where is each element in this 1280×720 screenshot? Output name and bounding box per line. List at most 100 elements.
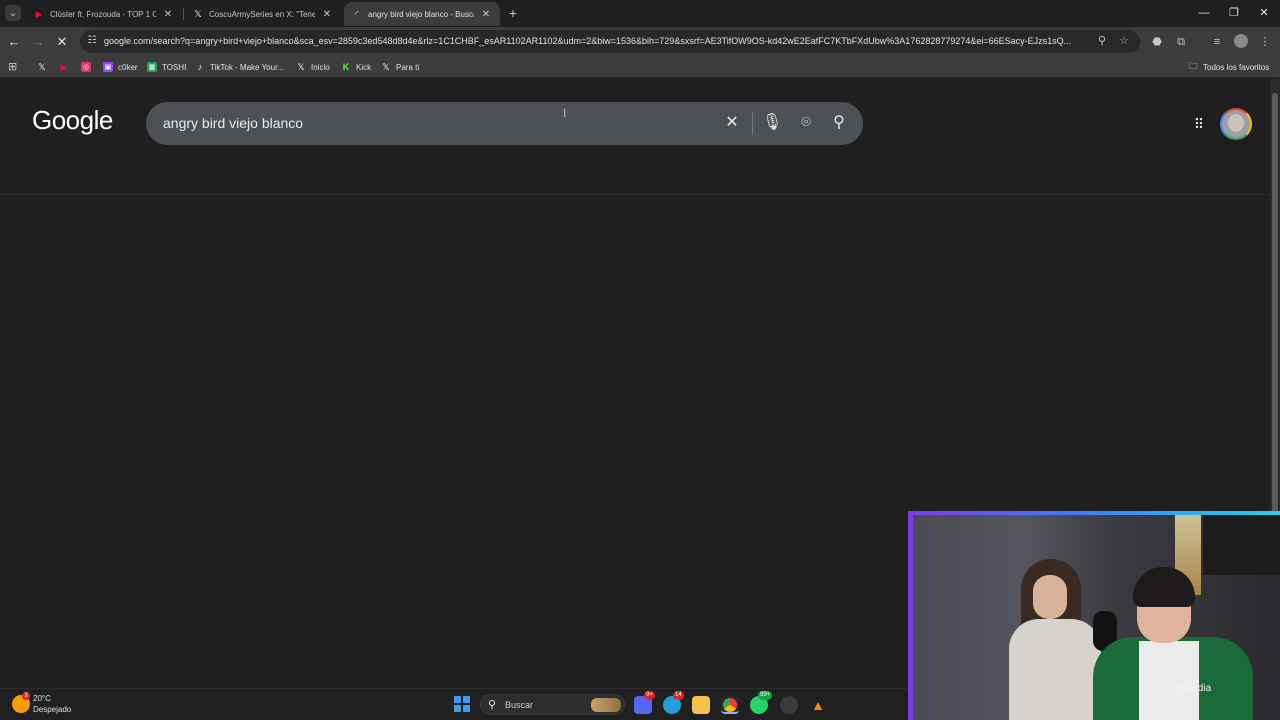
restore-icon[interactable]: ❐ (1227, 6, 1241, 20)
tab-title: angry bird viejo blanco - Buscar (368, 9, 474, 19)
header-divider (0, 194, 1270, 195)
tab-x[interactable]: 𝕏 CoscuArmySeries en X: "Tenes c ✕ (185, 2, 341, 26)
search-icon[interactable]: ⚲ (829, 113, 849, 133)
bookmark-para-ti[interactable]: 𝕏 Para ti (381, 60, 419, 74)
bookmark-x[interactable]: 𝕏 (37, 60, 52, 74)
search-input[interactable]: angry bird viejo blanco (163, 115, 303, 131)
bookmark-label: TikTok - Make Your... (210, 62, 284, 72)
url-text[interactable]: google.com/search?q=angry+bird+viejo+bla… (104, 35, 1094, 48)
clear-icon[interactable]: ✕ (722, 113, 742, 133)
tab-title: CoscuArmySeries en X: "Tenes c (209, 9, 315, 19)
x-icon: 𝕏 (297, 61, 305, 72)
vlc-icon[interactable]: ▲ (809, 696, 827, 714)
close-icon[interactable]: ✕ (321, 9, 333, 20)
taskbar-search-label: Buscar (505, 700, 534, 710)
person-left-body (1009, 619, 1101, 720)
tab-youtube[interactable]: ▶ Clúster ft. Frozouda - TOP 1 CH ✕ (26, 2, 182, 26)
bookmarks-bar: 𝕏 ▶ ◎ ▣ c0ker ▦ TOSHI ♪ TikTok - Make Yo… (0, 56, 1280, 78)
new-tab-button[interactable]: + (506, 6, 520, 20)
lens-camera-icon[interactable]: ⌾ (796, 113, 816, 133)
all-favorites-label: Todos los favoritos (1203, 62, 1270, 72)
bookmark-label: Inicio (311, 62, 330, 72)
all-favorites-folder[interactable]: 🗀 Todos los favoritos (1188, 60, 1269, 74)
sheets-icon: ▦ (147, 62, 157, 72)
extensions-puzzle-icon[interactable]: ⧉ (1173, 34, 1189, 50)
weather-temperature[interactable]: 20°C (33, 694, 51, 703)
windows-logo-tile (454, 696, 461, 703)
windows-logo-tile (454, 705, 461, 712)
app-icon[interactable] (780, 696, 798, 714)
zoom-icon[interactable]: ⚲ (1095, 34, 1109, 48)
youtube-icon: ▶ (35, 8, 43, 19)
bookmark-kick[interactable]: K Kick (341, 60, 371, 74)
person-left-face (1033, 575, 1067, 619)
taskbar-search[interactable]: ⚲ Buscar (480, 694, 625, 715)
windows-taskbar: 3 20°C Despejado ⚲ Buscar 9+ 14 99+ ▲ (0, 688, 908, 720)
google-apps-icon[interactable]: ⠿ (1190, 115, 1208, 133)
account-avatar[interactable] (1220, 108, 1252, 140)
minimize-icon[interactable]: — (1197, 6, 1211, 20)
search-box[interactable]: angry bird viejo blanco ✕ 🎙 ⌾ ⚲ (146, 102, 863, 145)
tab-separator (183, 8, 184, 20)
twitch-icon: ▣ (103, 62, 113, 72)
bookmark-inicio[interactable]: 𝕏 Inicio (296, 60, 330, 74)
microphone-icon[interactable]: 🎙 (762, 113, 782, 133)
chevron-down-icon: ⌄ (8, 7, 18, 19)
bookmark-toshi[interactable]: ▦ TOSHI (147, 60, 186, 74)
search-icon: ⚲ (488, 699, 497, 711)
x-icon: 𝕏 (38, 61, 46, 72)
x-icon: 𝕏 (194, 8, 202, 19)
back-icon[interactable]: ← (6, 34, 22, 50)
webcam-video: Expedia (913, 515, 1280, 720)
close-icon[interactable]: ✕ (480, 9, 492, 20)
tab-search-button[interactable]: ⌄ (5, 5, 21, 21)
weather-description[interactable]: Despejado (33, 705, 71, 714)
address-bar[interactable]: ☷ google.com/search?q=angry+bird+viejo+b… (80, 30, 1140, 53)
webcam-overlay: Expedia (908, 511, 1280, 720)
file-explorer-icon[interactable] (692, 696, 710, 714)
profile-avatar[interactable] (1234, 34, 1248, 48)
bookmark-label: Kick (356, 62, 372, 72)
close-icon[interactable]: ✕ (162, 9, 174, 20)
bookmark-tiktok[interactable]: ♪ TikTok - Make Your... (195, 60, 284, 74)
windows-logo-tile (463, 696, 470, 703)
whatsapp-badge: 99+ (758, 691, 773, 700)
kick-icon: K (342, 62, 350, 72)
screen: ⌄ ▶ Clúster ft. Frozouda - TOP 1 CH ✕ 𝕏 … (0, 0, 1280, 720)
chrome-icon[interactable] (721, 696, 739, 714)
scroll-thumb[interactable] (1272, 93, 1278, 583)
search-highlight-image (591, 698, 621, 712)
search-divider (752, 112, 753, 135)
bookmark-instagram[interactable]: ◎ (81, 60, 96, 74)
bookmark-label: c0ker (118, 62, 138, 72)
stop-icon[interactable]: ✕ (54, 34, 70, 50)
site-info-icon[interactable]: ☷ (86, 35, 98, 47)
folder-icon: 🗀 (1188, 61, 1198, 71)
shirt-sponsor-logo: Expedia (1175, 683, 1212, 694)
tab-title: Clúster ft. Frozouda - TOP 1 CH (50, 9, 156, 19)
bookmark-youtube[interactable]: ▶ (59, 60, 74, 74)
tab-google-search[interactable]: ◜ angry bird viejo blanco - Buscar ✕ (344, 2, 500, 26)
forward-icon[interactable]: → (30, 34, 46, 50)
bookmark-c0ker[interactable]: ▣ c0ker (103, 60, 138, 74)
weather-badge: 3 (22, 692, 30, 700)
bookmark-label: TOSHI (162, 62, 187, 72)
close-window-icon[interactable]: ✕ (1257, 6, 1271, 20)
apps-shortcut-icon[interactable]: ⊞ (8, 60, 17, 73)
menu-icon[interactable]: ⋮ (1257, 34, 1273, 50)
google-logo[interactable]: Google (32, 105, 113, 136)
media-control-icon[interactable]: ≡ (1209, 34, 1225, 50)
text-cursor-icon: I (563, 106, 567, 120)
star-icon[interactable]: ☆ (1117, 34, 1131, 48)
shelf (1203, 515, 1280, 575)
loading-icon: ◜ (355, 8, 359, 19)
chrome-logo (723, 698, 737, 712)
youtube-icon: ▶ (60, 61, 68, 72)
windows-logo-tile (463, 705, 470, 712)
start-button[interactable] (454, 696, 470, 712)
telegram-badge: 14 (673, 691, 684, 700)
extension-icon[interactable]: ⬣ (1149, 34, 1165, 50)
tab-strip: ⌄ ▶ Clúster ft. Frozouda - TOP 1 CH ✕ 𝕏 … (0, 0, 1280, 27)
tiktok-icon: ♪ (197, 62, 203, 72)
person-right-apron (1139, 641, 1199, 720)
